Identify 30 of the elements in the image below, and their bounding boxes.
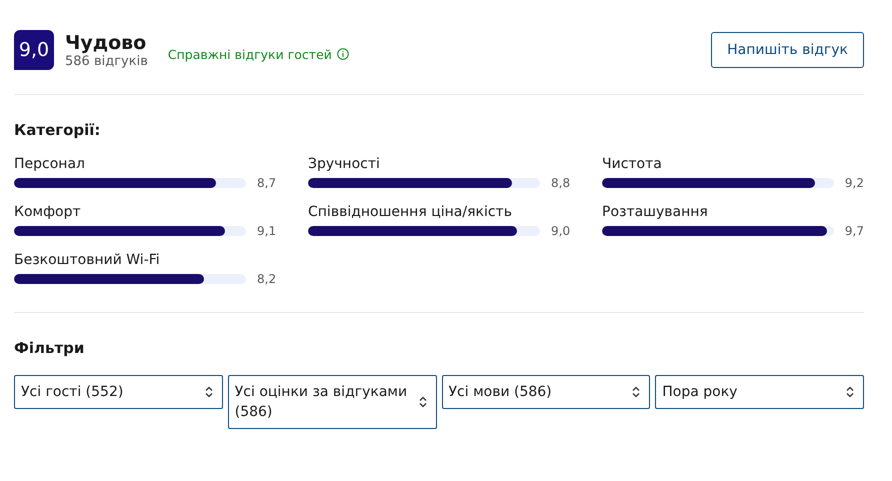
category-score: 9,7: [844, 224, 864, 238]
rating-word: Чудово: [65, 32, 148, 54]
category-name: Співвідношення ціна/якість: [308, 203, 513, 221]
category-name: Персонал: [14, 155, 86, 173]
filter-select[interactable]: Пора року: [655, 375, 864, 409]
chevron-icon: [845, 386, 855, 398]
category-name: Комфорт: [14, 203, 82, 221]
category-score: 9,0: [551, 224, 570, 238]
category-name: Чистота: [602, 155, 663, 173]
filter-select[interactable]: Усі оцінки за відгуками (586): [228, 375, 436, 429]
filter-select[interactable]: Усі гості (552): [14, 375, 223, 409]
chevron-icon: [418, 396, 428, 408]
category-name: Розташування: [602, 203, 709, 221]
category-name: Безкоштовний Wi-Fi: [14, 251, 161, 269]
category-score: 9,2: [844, 176, 864, 190]
chevron-icon: [631, 386, 642, 398]
section-title: Категорії:: [14, 121, 102, 139]
category-score: 8,7: [257, 176, 276, 190]
review-count: 586 відгуків: [65, 54, 148, 68]
chevron-icon: [204, 386, 214, 398]
write-review-button[interactable]: Напишіть відгук: [711, 32, 864, 68]
verified-label: Справжні відгуки гостей: [168, 46, 332, 62]
score-badge: 9,0: [14, 30, 54, 70]
filter-select[interactable]: Усі мови (586): [442, 375, 650, 409]
info-icon[interactable]: [336, 48, 349, 60]
section-title: Фільтри: [14, 339, 86, 357]
category-score: 8,8: [551, 176, 570, 190]
category-score: 8,2: [257, 272, 276, 286]
category-name: Зручності: [308, 155, 381, 173]
category-score: 9,1: [257, 224, 276, 238]
